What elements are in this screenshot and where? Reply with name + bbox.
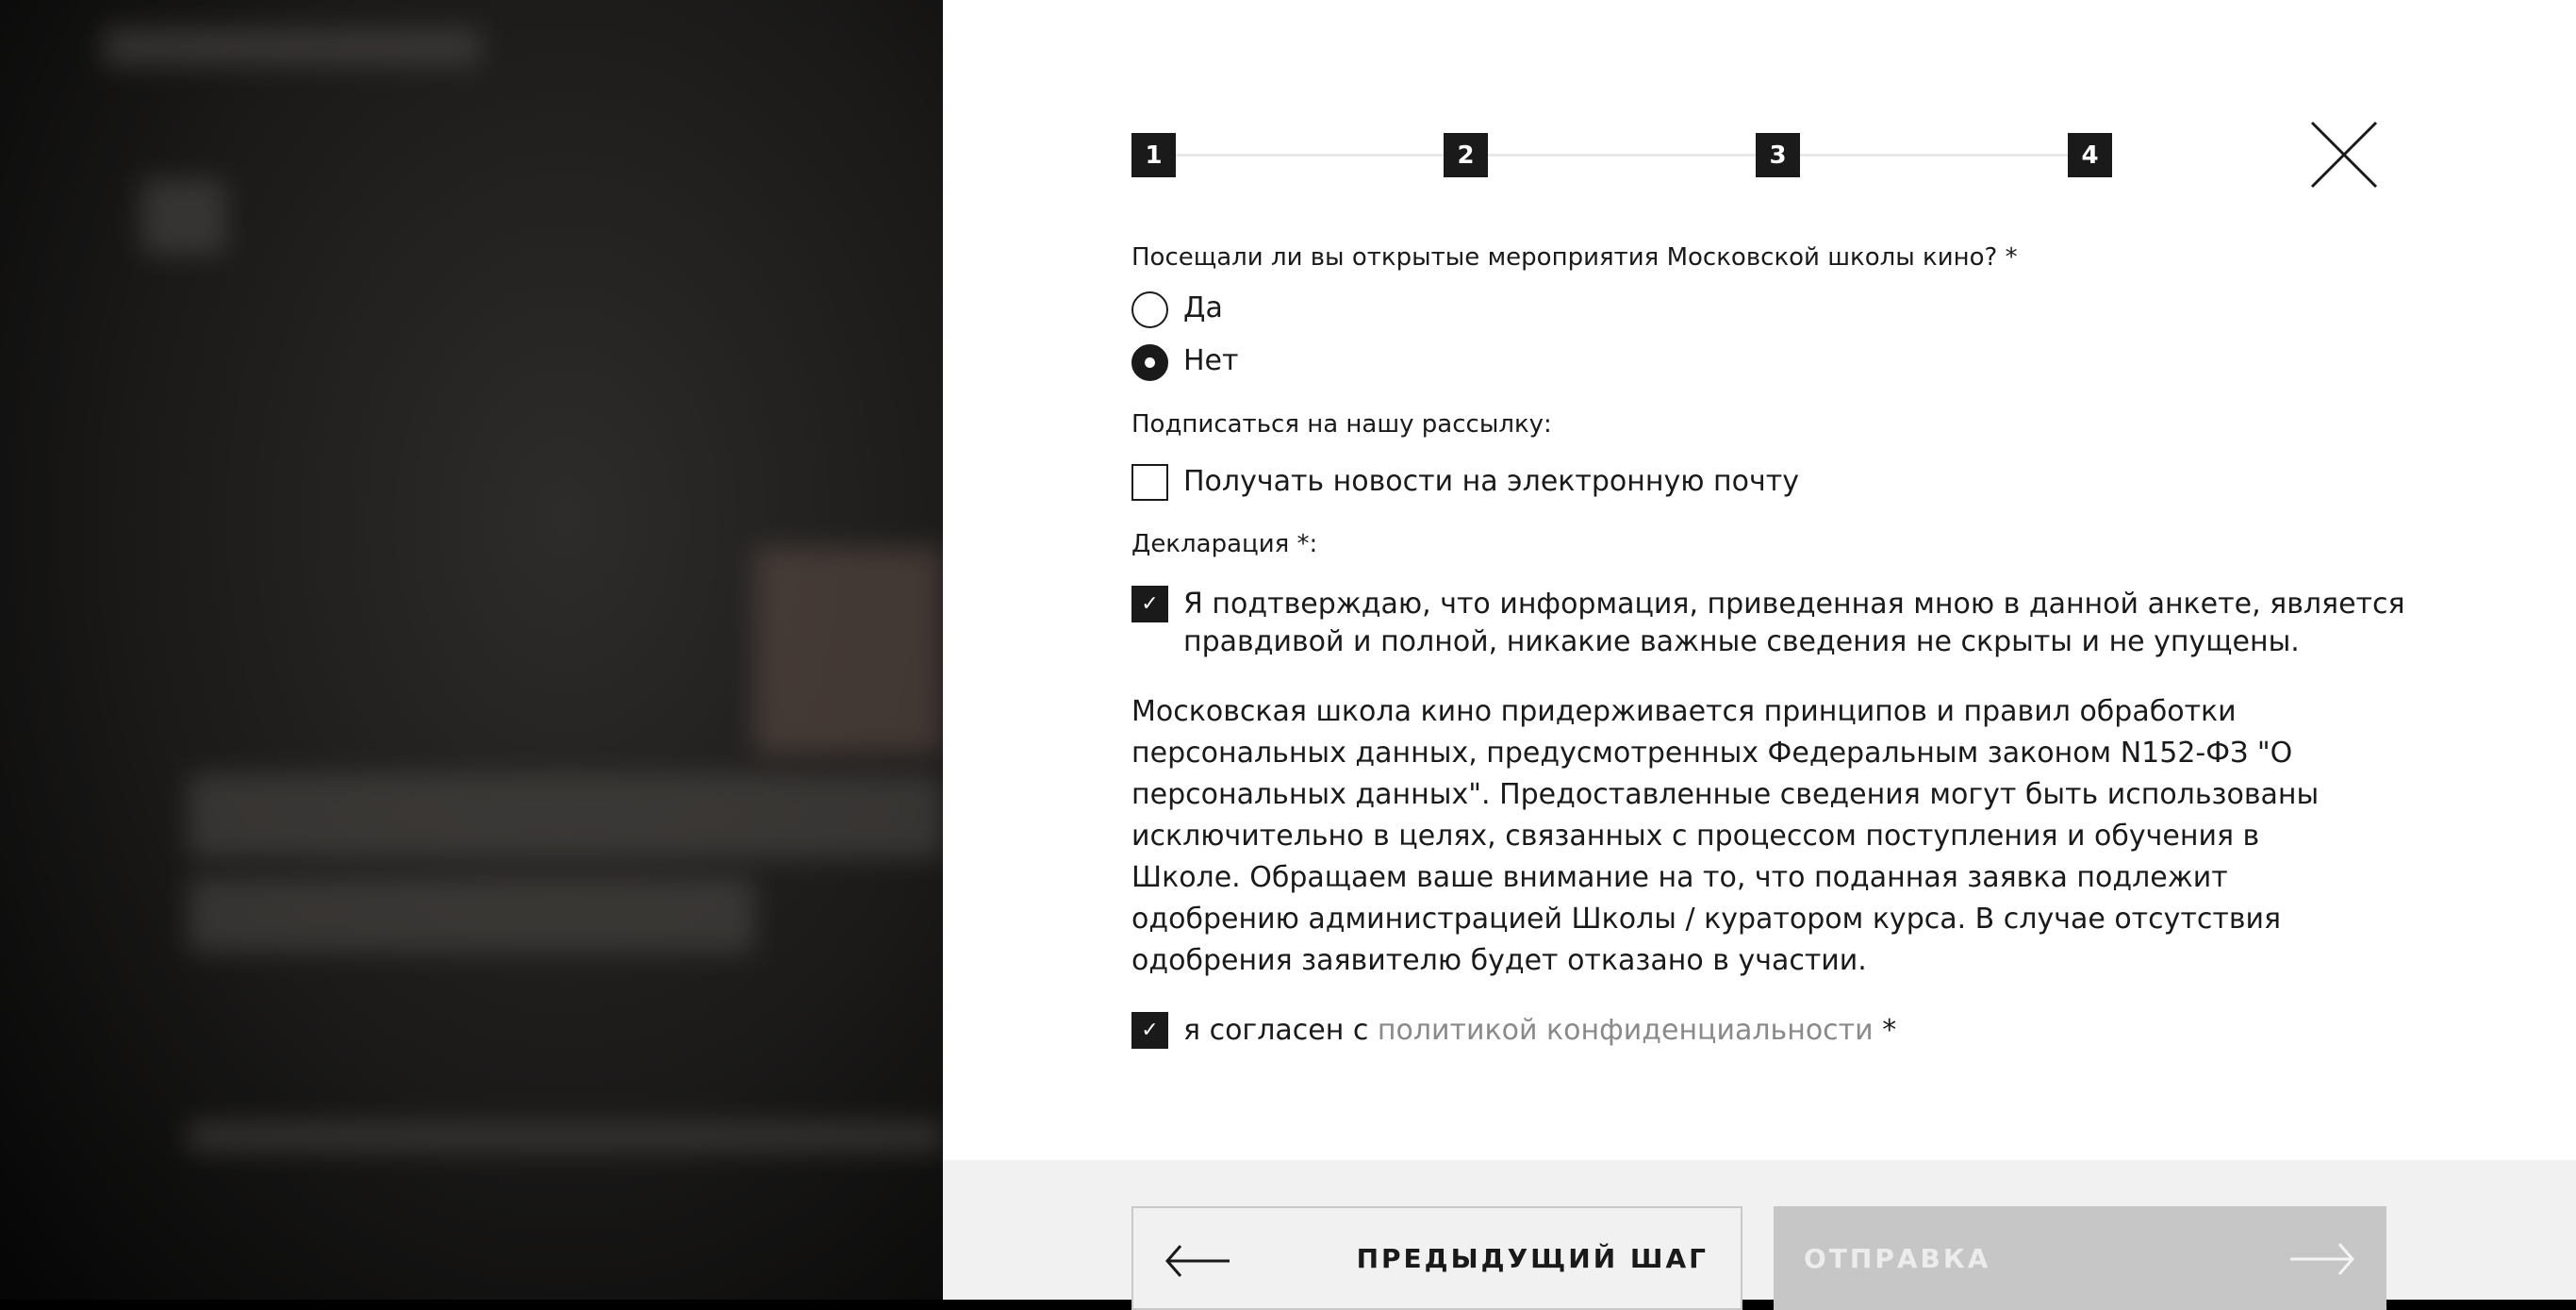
step-connector — [1800, 154, 2068, 157]
agree-prefix: я согласен с — [1183, 1014, 1378, 1047]
radio-no[interactable] — [1131, 344, 1168, 381]
check-icon: ✓ — [1141, 1019, 1159, 1042]
submit-label: ОТПРАВКА — [1804, 1242, 1991, 1274]
subscribe-checkbox[interactable] — [1131, 464, 1168, 501]
submit-button[interactable]: ОТПРАВКА — [1774, 1206, 2386, 1310]
agree-label: я согласен с политикой конфиденциальност… — [1183, 1014, 1896, 1047]
arrow-left-icon — [1165, 1245, 1230, 1277]
radio-yes-label[interactable]: Да — [1183, 291, 1223, 324]
step-connector — [1488, 154, 1756, 157]
declaration-label: Декларация *: — [1131, 530, 1318, 558]
subscribe-option-label[interactable]: Получать новости на электронную почту — [1183, 465, 1799, 498]
privacy-notice: Московская школа кино придерживается при… — [1131, 695, 2320, 977]
step-3[interactable]: 3 — [1756, 133, 1800, 177]
radio-yes[interactable] — [1131, 291, 1168, 328]
step-connector — [1176, 154, 1444, 157]
previous-step-button[interactable]: ПРЕДЫДУЩИЙ ШАГ — [1131, 1206, 1742, 1310]
privacy-policy-link[interactable]: политикой конфиденциальности — [1378, 1014, 1874, 1047]
declaration-checkbox[interactable]: ✓ — [1131, 586, 1168, 622]
question-label: Посещали ли вы открытые мероприятия Моск… — [1131, 243, 2018, 272]
step-1[interactable]: 1 — [1131, 133, 1176, 177]
check-icon: ✓ — [1141, 592, 1159, 616]
agree-checkbox[interactable]: ✓ — [1131, 1012, 1168, 1049]
previous-step-label: ПРЕДЫДУЩИЙ ШАГ — [1356, 1242, 1709, 1274]
declaration-text-line2: правдивой и полной, никакие важные сведе… — [1183, 625, 2300, 658]
step-2[interactable]: 2 — [1444, 133, 1488, 177]
radio-no-label[interactable]: Нет — [1183, 344, 1239, 377]
subscribe-label: Подписаться на нашу рассылку: — [1131, 410, 1552, 439]
close-icon[interactable] — [2310, 121, 2378, 189]
declaration-text-line1: Я подтверждаю, что информация, приведенн… — [1183, 588, 2405, 621]
step-4[interactable]: 4 — [2068, 133, 2112, 177]
blurred-background — [0, 0, 943, 1300]
agree-suffix: * — [1873, 1014, 1897, 1047]
arrow-right-icon — [2290, 1243, 2354, 1275]
